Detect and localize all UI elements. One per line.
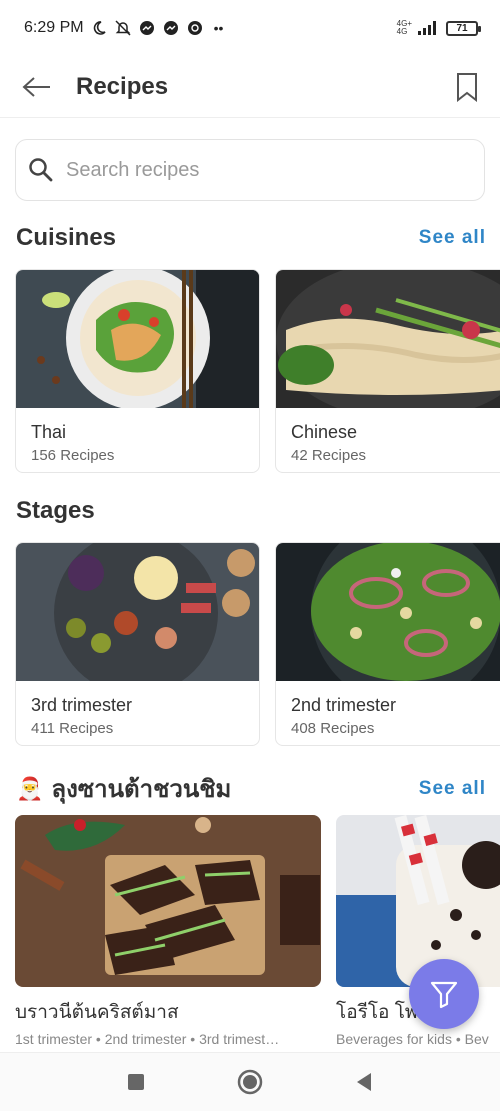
stage-name: 2nd trimester <box>291 695 397 715</box>
cuisines-title: Cuisines <box>16 224 117 251</box>
christmas-header: 🎅 ลุงซานต้าชวนชิม See all <box>16 769 486 808</box>
circle-icon <box>237 1069 263 1095</box>
recipe-tags: 1st trimester • 2nd trimester • 3rd trim… <box>15 1031 280 1047</box>
back-nav-button[interactable] <box>350 1068 378 1096</box>
cuisines-row[interactable]: Thai 156 Recipes Chinese 42 Recipes <box>15 269 500 473</box>
cuisine-card-chinese[interactable]: Chinese 42 Recipes <box>275 269 500 473</box>
platter-image <box>16 543 259 681</box>
brownie-image <box>15 815 321 987</box>
moon-icon <box>90 19 108 37</box>
filter-icon <box>430 981 458 1009</box>
back-button[interactable] <box>16 67 56 107</box>
salad-image <box>276 543 500 681</box>
oreo-drink-image <box>336 815 500 987</box>
chinese-dish-image <box>276 270 500 408</box>
messenger-icon <box>138 19 156 37</box>
status-right: 4G+ 4G 71 <box>397 19 481 37</box>
stages-row[interactable]: 3rd trimester 411 Recipes 2nd trimester … <box>15 542 500 746</box>
system-nav-bar <box>0 1052 500 1111</box>
stages-title: Stages <box>16 497 95 524</box>
more-notifications: •• <box>213 20 224 36</box>
thai-dish-image <box>16 270 259 408</box>
cuisines-see-all-link[interactable]: See all <box>419 227 486 249</box>
bookmark-button[interactable] <box>452 67 482 107</box>
cuisine-card-thai[interactable]: Thai 156 Recipes <box>15 269 260 473</box>
filter-button[interactable] <box>409 959 479 1029</box>
mute-icon <box>114 19 132 37</box>
recipe-tags: Beverages for kids • Bev <box>336 1031 489 1047</box>
santa-icon: 🎅 <box>16 775 44 801</box>
cuisines-header: Cuisines See all <box>16 224 486 252</box>
recipe-count: 408 Recipes <box>291 720 375 737</box>
cuisine-name: Thai <box>31 422 67 442</box>
christmas-title-text: ลุงซานต้าชวนชิม <box>51 776 232 803</box>
triangle-back-icon <box>357 1073 371 1091</box>
search-bar[interactable] <box>15 139 485 201</box>
signal-icon <box>418 19 440 37</box>
page-title: Recipes <box>76 72 169 100</box>
status-left: 6:29 PM •• <box>24 19 223 37</box>
stage-name: 3rd trimester <box>31 695 133 715</box>
network-bottom-label: 4G <box>396 27 408 36</box>
search-input[interactable] <box>66 158 466 182</box>
status-bar: 6:29 PM •• 4G+ 4G 71 <box>0 0 500 56</box>
search-icon <box>29 158 53 182</box>
stage-card-2nd-trimester[interactable]: 2nd trimester 408 Recipes <box>275 542 500 746</box>
home-button[interactable] <box>236 1068 264 1096</box>
recipe-count: 42 Recipes <box>291 447 367 464</box>
arrow-left-icon <box>22 76 50 97</box>
christmas-title: 🎅 ลุงซานต้าชวนชิม <box>16 769 231 808</box>
stage-card-3rd-trimester[interactable]: 3rd trimester 411 Recipes <box>15 542 260 746</box>
recipe-title: บราวนีต้นคริสต์มาส <box>15 1002 179 1023</box>
recents-button[interactable] <box>122 1068 150 1096</box>
bookmark-icon <box>457 72 477 102</box>
cuisine-name: Chinese <box>291 422 358 442</box>
network-type: 4G+ 4G <box>397 20 412 36</box>
chat-app-icon <box>186 19 204 37</box>
square-icon <box>128 1074 144 1090</box>
app-bar: Recipes <box>0 56 500 118</box>
recipe-count: 411 Recipes <box>31 720 114 737</box>
recipe-card-brownie-tree[interactable]: บราวนีต้นคริสต์มาส 1st trimester • 2nd t… <box>15 815 321 1051</box>
recipe-count: 156 Recipes <box>31 447 115 464</box>
stages-header: Stages <box>16 497 486 525</box>
status-time: 6:29 PM <box>24 19 84 36</box>
christmas-see-all-link[interactable]: See all <box>419 778 486 800</box>
messenger-icon-2 <box>162 19 180 37</box>
battery-icon: 71 <box>446 20 481 36</box>
